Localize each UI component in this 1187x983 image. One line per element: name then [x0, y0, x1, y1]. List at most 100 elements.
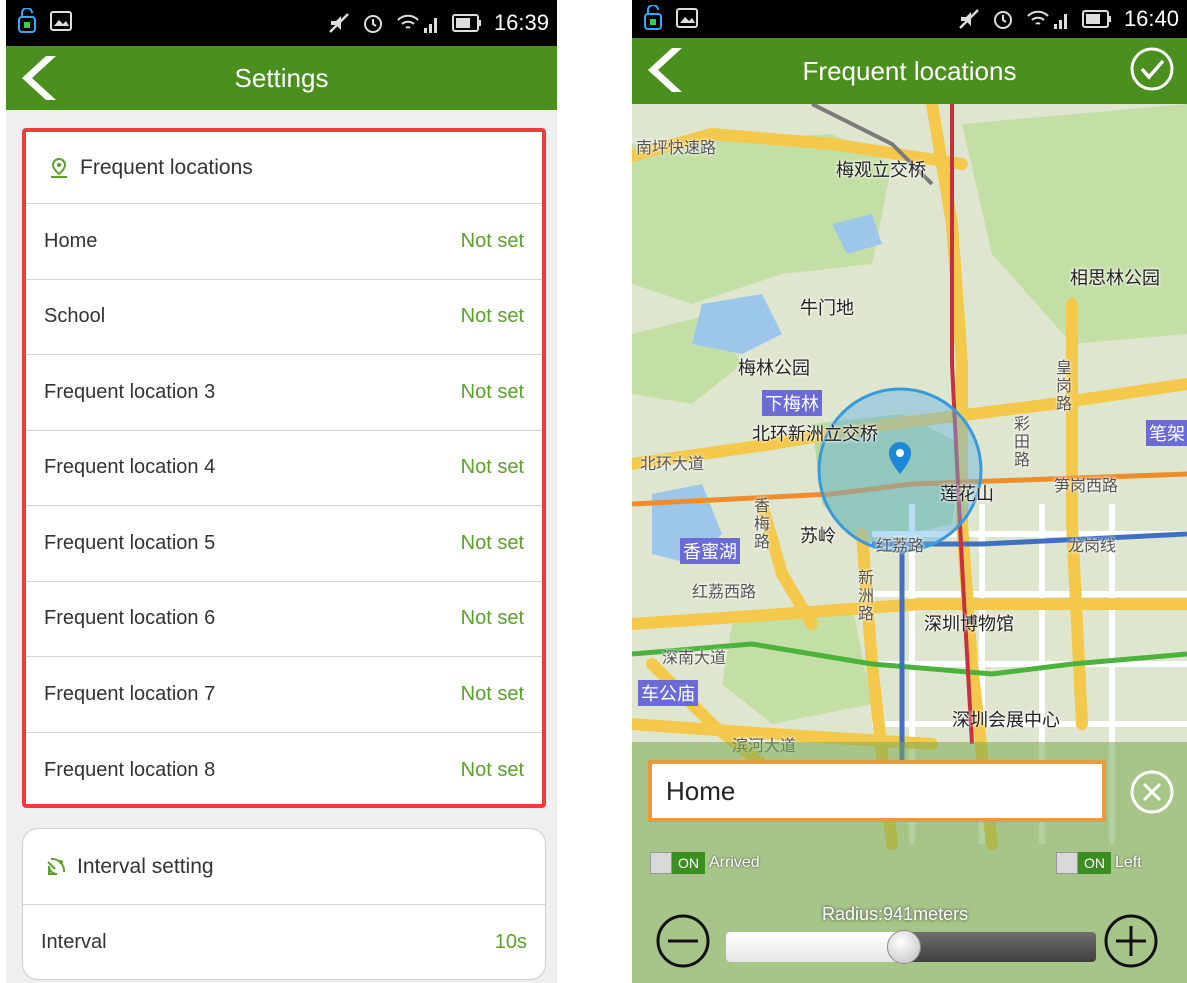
map-label: 皇岗路	[1056, 360, 1073, 413]
frequent-location-map-screen: 16:40 Frequent locations 南坪快速路 梅观立交桥 相思林…	[632, 0, 1187, 983]
map-label: 深圳博物馆	[924, 614, 1014, 634]
location-row-school[interactable]: School Not set	[26, 280, 542, 355]
slider-fill	[726, 932, 904, 962]
confirm-button[interactable]	[1129, 46, 1175, 92]
map-label: 梅观立交桥	[836, 160, 926, 180]
map-label: 龙岗线	[1068, 538, 1117, 555]
frequent-locations-header: Frequent locations	[26, 132, 542, 204]
status-time: 16:39	[493, 10, 549, 35]
map-label: 苏岭	[800, 526, 836, 546]
section-title: Interval setting	[77, 854, 214, 878]
increase-radius-button[interactable]	[1102, 912, 1160, 970]
toggle-state: ON	[672, 852, 705, 874]
row-value: 10s	[494, 930, 527, 953]
clear-input-button[interactable]	[1128, 768, 1176, 816]
satellite-icon	[47, 857, 66, 875]
map-label: 深圳会展中心	[952, 710, 1060, 730]
left-toggle[interactable]: ON Left	[1056, 850, 1142, 876]
arrived-toggle[interactable]: ON Arrived	[650, 850, 760, 876]
app-notification-icon	[644, 5, 662, 30]
row-value: Not set	[460, 531, 524, 554]
map-label: 北环新洲立交桥	[752, 424, 878, 444]
interval-setting-header: Interval setting	[23, 829, 545, 905]
row-label: Interval	[41, 930, 107, 953]
map-label: 梅林公园	[738, 358, 810, 378]
row-value: Not set	[460, 607, 524, 630]
row-label: Frequent location 5	[44, 531, 216, 554]
status-time: 16:40	[1123, 6, 1179, 31]
map-label: 香梅路	[754, 498, 771, 551]
location-row-5[interactable]: Frequent location 5 Not set	[26, 506, 542, 582]
settings-screen: 16:39 Settings Frequent locations Home No…	[6, 0, 557, 983]
interval-row[interactable]: Interval 10s	[23, 905, 545, 979]
row-label: Frequent location 3	[44, 380, 216, 403]
section-title: Frequent locations	[80, 155, 253, 179]
page-title: Settings	[234, 63, 329, 93]
row-label: Home	[44, 229, 98, 252]
row-label: Frequent location 8	[44, 758, 216, 781]
map-label: 笔架	[1146, 420, 1187, 446]
row-label: Frequent location 4	[44, 456, 216, 479]
location-name-input[interactable]	[648, 760, 1106, 822]
slider-thumb[interactable]	[887, 930, 921, 964]
location-row-6[interactable]: Frequent location 6 Not set	[26, 582, 542, 657]
location-row-home[interactable]: Home Not set	[26, 204, 542, 280]
map-label: 笋岗西路	[1054, 478, 1119, 495]
map-label: 香蜜湖	[680, 538, 740, 564]
image-notification-icon	[50, 11, 72, 31]
interval-setting-card: Interval setting Interval 10s	[22, 828, 546, 980]
map-label: 红荔西路	[692, 584, 757, 601]
map-label: 相思林公园	[1070, 268, 1160, 288]
row-value: Not set	[460, 456, 524, 479]
map-label: 车公庙	[638, 680, 698, 706]
mute-icon	[959, 9, 979, 29]
check-circle-icon	[1130, 47, 1174, 91]
location-row-3[interactable]: Frequent location 3 Not set	[26, 355, 542, 431]
radius-slider[interactable]	[726, 930, 1096, 964]
status-bar: 16:40	[632, 0, 1187, 38]
toggle-knob	[650, 852, 672, 874]
map-label: 深南大道	[662, 650, 727, 667]
plus-circle-icon	[1104, 914, 1158, 968]
map-label: 红荔路	[876, 538, 925, 555]
location-row-7[interactable]: Frequent location 7 Not set	[26, 657, 542, 733]
map-label: 南坪快速路	[636, 140, 717, 157]
toggle-label: Arrived	[709, 854, 760, 871]
row-value: Not set	[460, 758, 524, 781]
location-row-8[interactable]: Frequent location 8 Not set	[26, 733, 542, 805]
frequent-locations-card: Frequent locations Home Not set School Not…	[22, 128, 546, 808]
geofence-panel: ON Arrived ON Left Radius:941meters	[632, 742, 1187, 983]
location-row-4[interactable]: Frequent location 4 Not set	[26, 431, 542, 506]
row-label: Frequent location 6	[44, 607, 216, 630]
toggle-state: ON	[1078, 852, 1111, 874]
map-label: 下梅林	[762, 390, 822, 416]
app-bar: Settings	[6, 46, 557, 110]
row-label: Frequent location 7	[44, 682, 216, 705]
row-label: School	[44, 305, 106, 328]
map-label: 牛门地	[800, 298, 854, 318]
battery-icon	[451, 14, 481, 32]
row-value: Not set	[460, 682, 524, 705]
mute-icon	[329, 13, 349, 33]
close-circle-icon	[1130, 770, 1174, 814]
status-bar: 16:39	[6, 0, 557, 46]
toggle-label: Left	[1115, 854, 1142, 871]
toggle-knob	[1056, 852, 1078, 874]
alarm-icon	[363, 15, 382, 33]
row-value: Not set	[460, 380, 524, 403]
page-title: Frequent locations	[802, 56, 1017, 86]
map-label: 北环大道	[640, 456, 705, 473]
app-notification-icon	[18, 8, 36, 33]
app-bar: Frequent locations	[632, 38, 1187, 104]
radius-label: Radius:941meters	[822, 904, 969, 924]
image-notification-icon	[676, 8, 698, 28]
decrease-radius-button[interactable]	[654, 912, 712, 970]
alarm-icon	[993, 11, 1012, 29]
map-label: 新洲路	[858, 570, 875, 623]
row-value: Not set	[460, 305, 524, 328]
minus-circle-icon	[656, 914, 710, 968]
wifi-signal-icon	[1027, 10, 1067, 29]
map-label: 莲花山	[940, 484, 994, 504]
row-value: Not set	[460, 229, 524, 252]
wifi-signal-icon	[397, 14, 437, 33]
